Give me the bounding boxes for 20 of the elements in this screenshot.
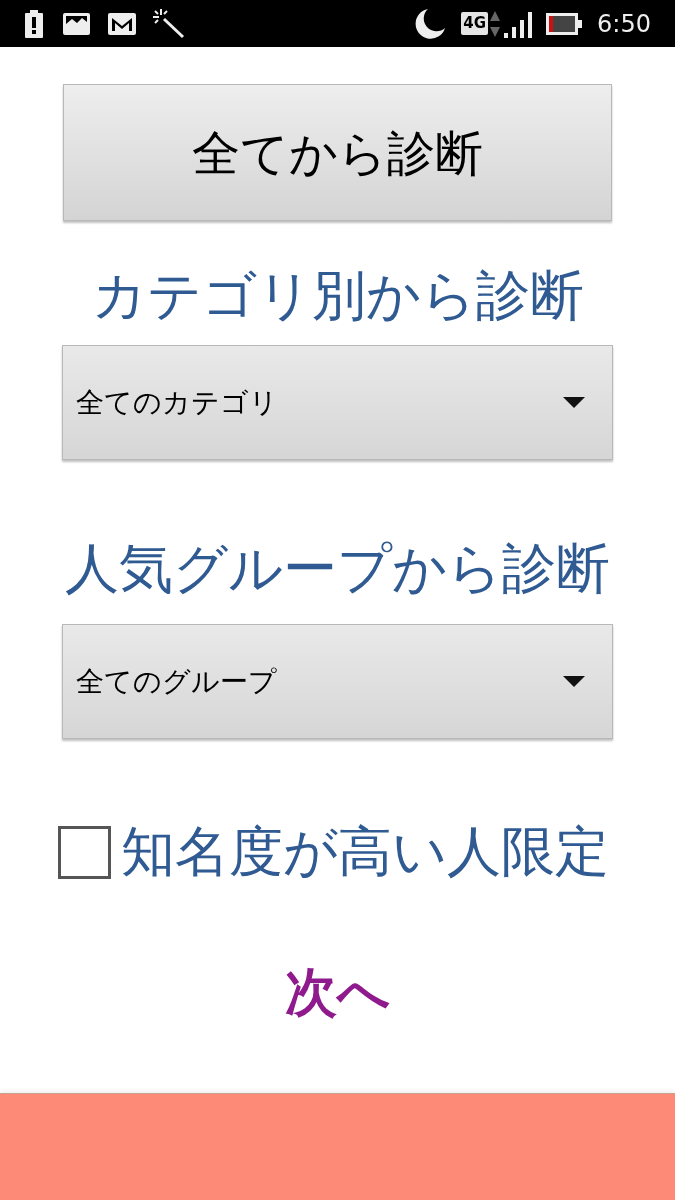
caret-icon [563, 397, 585, 408]
section-heading: 人気グループから診断 [65, 542, 610, 596]
image-icon [63, 12, 90, 35]
battery-alert-icon [25, 9, 43, 38]
signal-icon [504, 9, 533, 38]
magic-wand-icon [153, 8, 185, 39]
diagnose-all-button[interactable]: 全てから診断 [63, 84, 612, 221]
network-type-label: 4G [461, 12, 489, 35]
moon-icon [414, 7, 447, 40]
checkbox[interactable] [58, 825, 111, 879]
caret-icon [563, 676, 585, 687]
clock-time: 6:50 [597, 11, 651, 36]
dropdown[interactable]: 全てのカテゴリ [62, 345, 613, 460]
next-link[interactable]: 次へ [285, 966, 390, 1018]
data-arrows-icon [490, 10, 501, 37]
section-heading: カテゴリ別から診断 [91, 269, 584, 323]
dropdown[interactable]: 全てのグループ [62, 624, 613, 739]
checkbox-label: 知名度が高い人限定 [121, 825, 609, 879]
mail-icon [108, 12, 136, 35]
battery-icon [546, 12, 583, 35]
